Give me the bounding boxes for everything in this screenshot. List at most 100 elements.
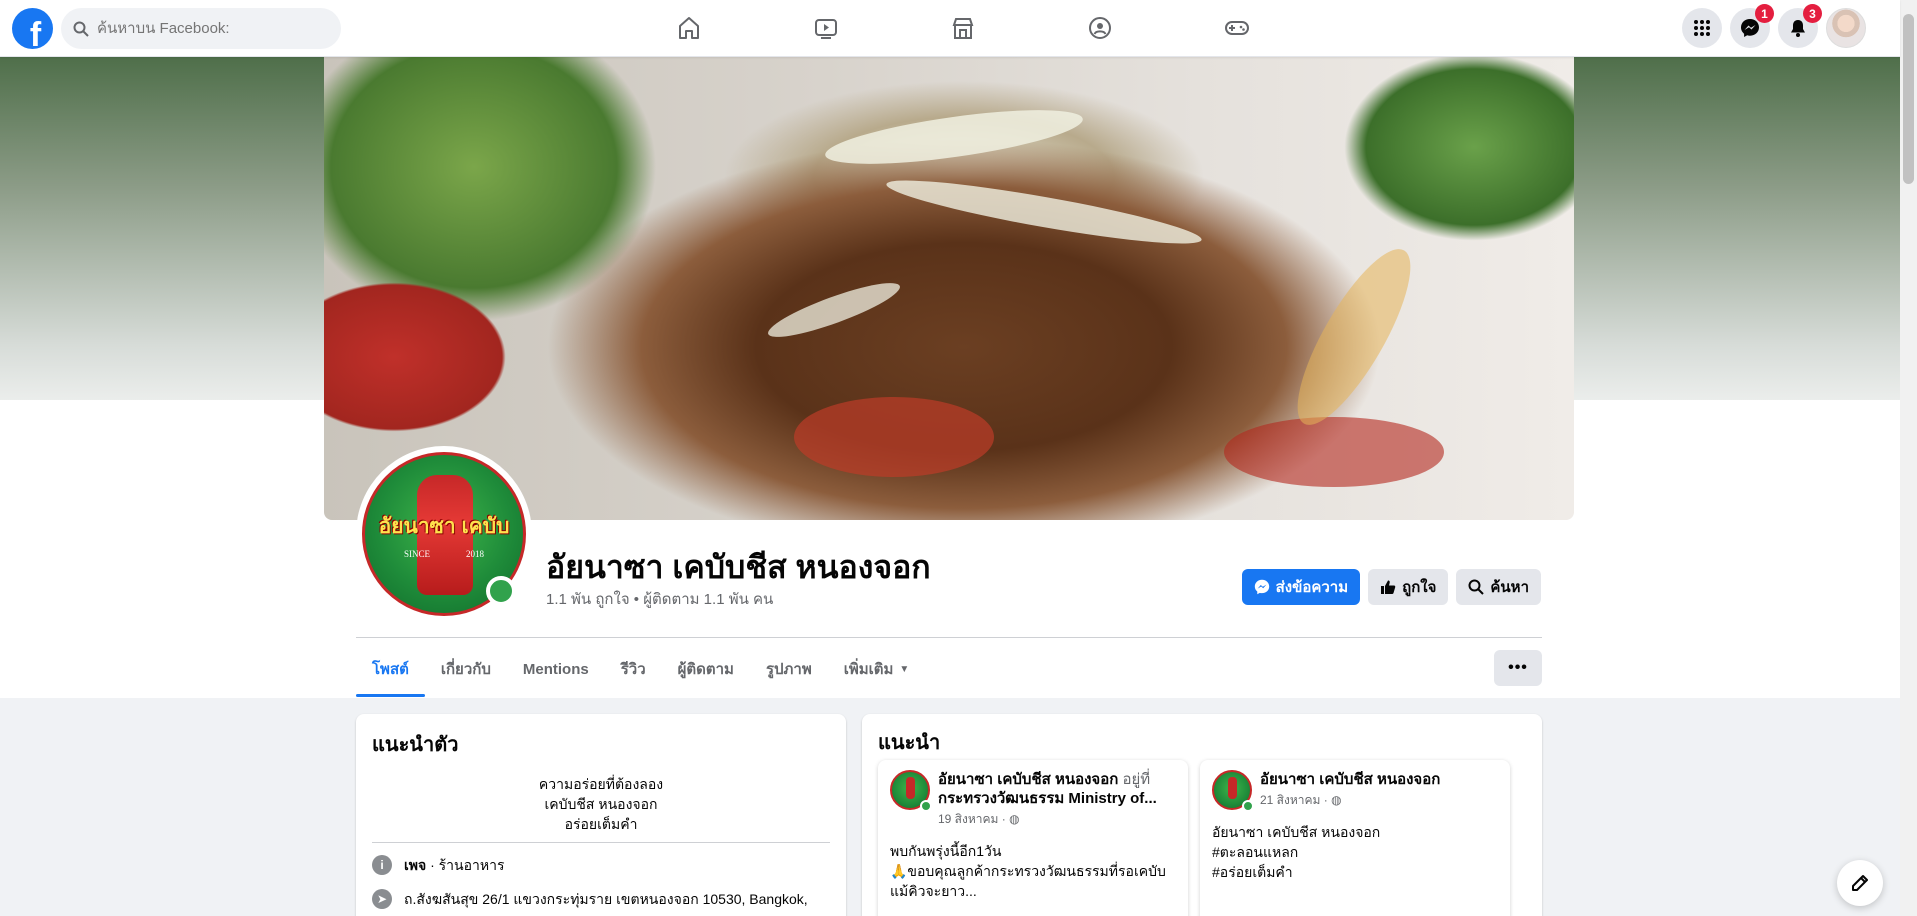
tab-more[interactable]: เพิ่มเติม ▼: [828, 641, 926, 697]
post-date[interactable]: 19 สิงหาคม · ◍: [938, 810, 1157, 829]
globe-icon: ◍: [1009, 812, 1020, 826]
featured-post[interactable]: อัยนาซา เคบับชีส หนองจอก 21 สิงหาคม · ◍ …: [1200, 760, 1510, 916]
tab-about[interactable]: เกี่ยวกับ: [425, 641, 507, 697]
category-value: · ร้านอาหาร: [426, 857, 505, 873]
tab-label: เกี่ยวกับ: [440, 661, 491, 678]
address-text[interactable]: ถ.สังฆสันสุข 26/1 แขวงกระทุ่มราย เขตหนอง…: [404, 889, 808, 909]
post-line[interactable]: #อร่อยเต็มคำ: [1212, 862, 1498, 882]
tab-label: ผู้ติดตาม: [677, 661, 734, 678]
bell-icon: [1791, 20, 1805, 37]
logo-since: SINCE 2018: [404, 549, 484, 559]
post-date[interactable]: 21 สิงหาคม · ◍: [1260, 791, 1440, 810]
post-author[interactable]: อัยนาซา เคบับชีส หนองจอก: [938, 771, 1118, 788]
post-date-text: 19 สิงหาคม ·: [938, 812, 1006, 826]
online-status-dot: [1242, 800, 1254, 812]
menu-button[interactable]: [1682, 8, 1722, 48]
post-author-line: อัยนาซา เคบับชีส หนองจอก: [1260, 770, 1440, 789]
page-tabs: โพสต์ เกี่ยวกับ Mentions รีวิว ผู้ติดตาม…: [356, 641, 925, 697]
category-text: เพจ · ร้านอาหาร: [404, 855, 505, 875]
post-meta: อัยนาซา เคบับชีส หนองจอก 21 สิงหาคม · ◍: [1260, 770, 1440, 810]
post-body: อัยนาซา เคบับชีส หนองจอก #ตะลอนแหลก #อร่…: [1200, 810, 1510, 882]
messenger-icon: [1254, 579, 1269, 595]
new-message-button[interactable]: [1837, 860, 1883, 906]
tab-label: Mentions: [522, 660, 589, 678]
facebook-logo[interactable]: f: [12, 8, 53, 49]
send-message-button[interactable]: ส่งข้อความ: [1241, 569, 1361, 605]
tab-label: รูปภาพ: [765, 661, 812, 678]
tab-mentions[interactable]: Mentions: [507, 641, 605, 697]
online-status-dot: [486, 576, 516, 606]
messenger-badge: 1: [1755, 4, 1774, 23]
cover-photo[interactable]: [324, 57, 1574, 520]
search-icon: [1468, 579, 1485, 595]
nav-groups[interactable]: [1031, 0, 1168, 56]
nav-gaming[interactable]: [1168, 0, 1305, 56]
post-meta: อัยนาซา เคบับชีส หนองจอก อยู่ที่ กระทรวง…: [938, 770, 1157, 829]
intro-card: แนะนำตัว ความอร่อยที่ต้องลอง เคบับชีส หน…: [356, 714, 846, 916]
like-button[interactable]: ถูกใจ: [1368, 569, 1449, 605]
grid-menu-icon: [1694, 20, 1710, 36]
nav-watch[interactable]: [757, 0, 894, 56]
post-author-line: อัยนาซา เคบับชีส หนองจอก อยู่ที่ กระทรวง…: [938, 770, 1157, 808]
tab-photos[interactable]: รูปภาพ: [750, 641, 828, 697]
featured-title: แนะนำ: [878, 732, 941, 754]
post-line: พบกันพรุ่งนี้อีก1วัน: [890, 843, 1002, 859]
page-scrollbar[interactable]: [1900, 0, 1917, 916]
address-row: ➤ ถ.สังฆสันสุข 26/1 แขวงกระทุ่มราย เขตหน…: [372, 889, 830, 909]
post-line: 🙏ขอบคุณลูกค้ากระทรวงวัฒนธรรมที่รอเคบับ: [890, 863, 1166, 879]
main-nav: [620, 0, 1305, 56]
post-avatar[interactable]: [890, 770, 932, 812]
page-title: อัยนาซา เคบับชีส หนองจอก: [546, 549, 931, 585]
watch-icon: [814, 19, 837, 39]
account-controls: 1 3: [1682, 4, 1866, 48]
search-box[interactable]: [61, 8, 341, 49]
groups-icon: [1088, 17, 1111, 39]
intro-divider: [372, 842, 830, 843]
tab-label: โพสต์: [372, 661, 409, 678]
facebook-logo-letter: f: [29, 16, 42, 49]
marketplace-icon: [952, 18, 973, 39]
category-row: i เพจ · ร้านอาหาร: [372, 855, 830, 875]
post-line: อัยนาซา เคบับชีส หนองจอก: [1212, 824, 1381, 840]
gaming-icon: [1224, 21, 1249, 35]
page-stats[interactable]: 1.1 พัน ถูกใจ • ผู้ติดตาม 1.1 พัน คน: [546, 587, 773, 611]
thumbs-up-icon: [1381, 580, 1396, 594]
notifications-button[interactable]: 3: [1778, 4, 1822, 48]
search-page-button[interactable]: ค้นหา: [1456, 569, 1541, 605]
post-header: อัยนาซา เคบับชีส หนองจอก อยู่ที่ กระทรวง…: [878, 760, 1188, 829]
tab-reviews[interactable]: รีวิว: [605, 641, 662, 697]
messenger-icon: [1741, 19, 1759, 37]
post-body: พบกันพรุ่งนี้อีก1วัน 🙏ขอบคุณลูกค้ากระทรว…: [878, 829, 1188, 901]
nav-marketplace[interactable]: [894, 0, 1031, 56]
profile-avatar[interactable]: [1826, 8, 1866, 48]
nav-home[interactable]: [620, 0, 757, 56]
bio-line: ความอร่อยที่ต้องลอง: [538, 776, 664, 792]
post-line: แม้คิวจะยาว...: [890, 883, 977, 899]
more-options-button[interactable]: •••: [1494, 650, 1542, 686]
scrollbar-thumb[interactable]: [1903, 14, 1914, 184]
featured-post[interactable]: อัยนาซา เคบับชีส หนองจอก อยู่ที่ กระทรวง…: [878, 760, 1188, 916]
logo-text: อัยนาซา เคบับ: [378, 514, 510, 538]
search-icon: [73, 21, 89, 37]
page-actions: ส่งข้อความ ถูกใจ ค้นหา: [1241, 569, 1541, 605]
tab-posts[interactable]: โพสต์: [356, 641, 425, 697]
search-input[interactable]: [97, 20, 317, 37]
caret-down-icon: ▼: [899, 663, 910, 675]
logo-since-label: SINCE: [403, 548, 430, 559]
post-date-text: 21 สิงหาคม ·: [1260, 793, 1328, 807]
featured-card: แนะนำ อัยนาซา เคบับชีส หนองจอก อยู่ที่ ก…: [862, 714, 1542, 916]
logo-since-year: 2018: [466, 548, 484, 559]
location-icon: ➤: [372, 889, 392, 909]
post-author[interactable]: อัยนาซา เคบับชีส หนองจอก: [1260, 771, 1440, 788]
intro-bio: ความอร่อยที่ต้องลอง เคบับชีส หนองจอก อร่…: [372, 774, 830, 834]
post-avatar[interactable]: [1212, 770, 1254, 812]
bio-line: เคบับชีส หนองจอก: [544, 796, 658, 812]
top-navigation-bar: f 1 3: [0, 0, 1900, 57]
notifications-badge: 3: [1803, 4, 1822, 23]
tab-followers[interactable]: ผู้ติดตาม: [662, 641, 750, 697]
tab-label: รีวิว: [620, 661, 646, 678]
post-line[interactable]: #ตะลอนแหลก: [1212, 842, 1498, 862]
post-location[interactable]: กระทรวงวัฒนธรรม Ministry of...: [938, 790, 1157, 807]
bio-line: อร่อยเต็มคำ: [564, 816, 638, 832]
messenger-button[interactable]: 1: [1730, 4, 1774, 48]
